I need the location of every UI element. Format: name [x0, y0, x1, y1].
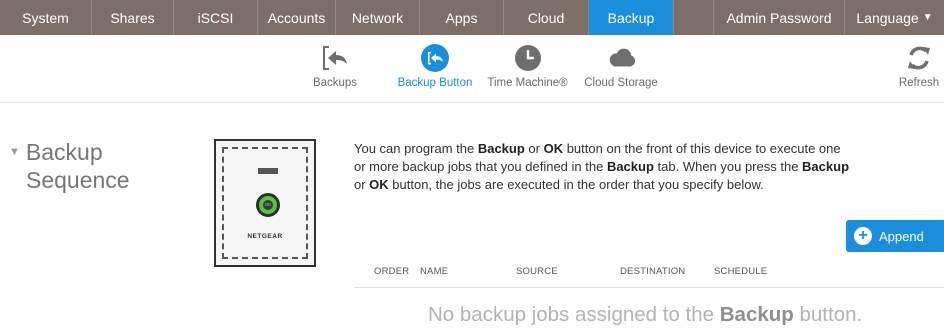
device-brand: NETGEAR — [247, 233, 283, 240]
column-name[interactable]: NAME — [420, 266, 448, 277]
subnav-cloud-storage[interactable]: Cloud Storage — [580, 35, 662, 103]
column-schedule[interactable]: SCHEDULE — [714, 266, 767, 277]
collapse-triangle-icon: ▼ — [9, 146, 20, 158]
device-illustration: OK NETGEAR — [214, 139, 316, 267]
column-source[interactable]: SOURCE — [516, 266, 558, 277]
column-destination[interactable]: DESTINATION — [620, 266, 685, 277]
backups-icon — [320, 43, 350, 73]
refresh-icon — [904, 43, 934, 73]
append-button[interactable]: + Append — [846, 220, 944, 252]
tab-network[interactable]: Network — [336, 0, 420, 35]
tab-shares[interactable]: Shares — [92, 0, 174, 35]
subnav-time-machine[interactable]: Time Machine® — [485, 35, 570, 103]
tab-backup[interactable]: Backup — [589, 0, 674, 35]
subnav-backup-button[interactable]: Backup Button — [390, 35, 480, 103]
section-title-backup-sequence[interactable]: ▼ Backup Sequence — [9, 138, 169, 194]
cloud-icon — [606, 43, 636, 73]
sub-nav: Backups Backup Button Time Machine® Clou… — [0, 35, 944, 103]
tab-accounts[interactable]: Accounts — [258, 0, 336, 35]
top-nav: System Shares iSCSI Accounts Network App… — [0, 0, 944, 35]
subnav-refresh[interactable]: Refresh — [895, 35, 943, 103]
tab-blank[interactable] — [674, 0, 714, 35]
tab-admin-password[interactable]: Admin Password — [714, 0, 845, 35]
plus-icon: + — [854, 227, 872, 245]
subnav-backups[interactable]: Backups — [305, 35, 365, 103]
tab-apps[interactable]: Apps — [420, 0, 504, 35]
device-border: OK NETGEAR — [222, 147, 308, 259]
description: You can program the Backup or OK button … — [354, 141, 850, 192]
backup-button-icon — [420, 43, 450, 73]
tab-language[interactable]: Language ▼ — [845, 0, 944, 35]
tab-iscsi[interactable]: iSCSI — [174, 0, 258, 35]
tab-system[interactable]: System — [0, 0, 92, 35]
ok-button-icon: OK — [256, 193, 280, 217]
caret-down-icon: ▼ — [922, 12, 933, 23]
device-display-slot — [258, 168, 278, 174]
table-header: ORDER NAME SOURCE DESTINATION SCHEDULE — [354, 258, 944, 288]
column-order[interactable]: ORDER — [374, 266, 409, 277]
tab-cloud[interactable]: Cloud — [504, 0, 589, 35]
empty-message: No backup jobs assigned to the Backup bu… — [428, 303, 863, 326]
clock-icon — [513, 43, 543, 73]
